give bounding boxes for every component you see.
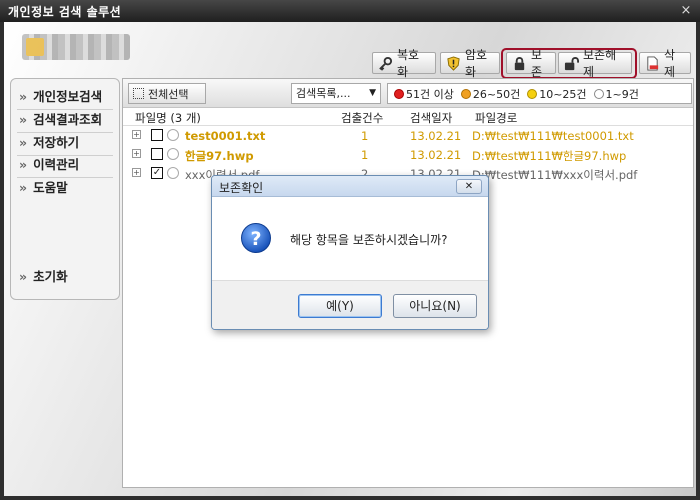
sidebar-item-history[interactable]: 이력관리 [19, 155, 79, 175]
legend-label: 10~25건 [539, 87, 587, 101]
expand-icon[interactable]: + [132, 130, 141, 139]
key-icon [379, 56, 393, 71]
legend-item: 10~25건 [527, 86, 587, 102]
table-row[interactable]: + test0001.txt 1 13.02.21 D:₩test₩111₩te… [123, 127, 693, 145]
dialog-title: 보존확인 [219, 181, 264, 195]
no-button[interactable]: 아니요(N) [393, 294, 477, 318]
sidebar-item-search[interactable]: 개인정보검색 [19, 87, 102, 107]
delete-label: 삭제 [664, 48, 676, 79]
white-dot-icon [593, 88, 604, 99]
list-filter-select[interactable]: 검색목록,... ▼ [291, 83, 381, 104]
file-path: D:₩test₩111₩한글97.hwp [472, 149, 627, 163]
decrypt-button[interactable]: 복호화 [372, 48, 436, 79]
dialog-button-bar: 예(Y) 아니요(N) [212, 280, 488, 329]
yellow-dot-icon [527, 88, 538, 99]
detect-count: 1 [361, 148, 369, 162]
list-filter-value: 검색목록,... [296, 87, 351, 100]
legend-label: 51건 이상 [406, 87, 454, 101]
app-window: 개인정보 검색 솔루션 × 복호화 암호화 보존 보존해제 삭제 개인정보검색 [0, 0, 700, 500]
chevron-down-icon: ▼ [369, 88, 376, 98]
row-status-icon [167, 167, 179, 179]
results-toolbar: 전체선택 검색목록,... ▼ 51건 이상 26~50건 10~25건 1~9… [123, 79, 693, 108]
sidebar-item-help[interactable]: 도움말 [19, 178, 68, 198]
file-path: D:₩test₩111₩xxx이력서.pdf [472, 168, 638, 182]
table-row[interactable]: + 한글97.hwp 1 13.02.21 D:₩test₩111₩한글97.h… [123, 146, 693, 164]
row-checkbox-checked[interactable]: ✓ [151, 167, 163, 179]
delete-button[interactable]: 삭제 [639, 48, 691, 79]
window-close-icon[interactable]: × [678, 3, 694, 19]
legend-item: 26~50건 [460, 86, 521, 102]
company-logo [22, 34, 130, 60]
search-date: 13.02.21 [410, 129, 462, 143]
orange-dot-icon [460, 88, 471, 99]
shield-warning-icon [447, 55, 460, 71]
legend-label: 1~9건 [605, 87, 639, 101]
svg-text:?: ? [250, 228, 261, 250]
expand-icon[interactable]: + [132, 168, 141, 177]
row-status-icon [167, 129, 179, 141]
column-header-path[interactable]: 파일경로 [475, 110, 517, 126]
dialog-close-icon[interactable]: ✕ [456, 179, 482, 194]
expand-icon[interactable]: + [132, 149, 141, 158]
row-status-icon [167, 148, 179, 160]
column-header-name[interactable]: 파일명 (3 개) [135, 110, 201, 126]
legend-label: 26~50건 [472, 87, 521, 101]
table-header: 파일명 (3 개) 검출건수 검색일자 파일경로 [123, 109, 693, 126]
legend-item: 51건 이상 [394, 86, 454, 102]
yes-button[interactable]: 예(Y) [298, 294, 382, 318]
file-path: D:₩test₩111₩test0001.txt [472, 129, 634, 143]
sidebar-item-save[interactable]: 저장하기 [19, 133, 79, 153]
encrypt-label: 암호화 [465, 48, 488, 79]
title-bar: 개인정보 검색 솔루션 × [0, 0, 700, 22]
preserve-confirm-dialog: 보존확인 ✕ ? 해당 항목을 보존하시겠습니까? 예(Y) 아니요(N) [211, 175, 489, 330]
row-checkbox[interactable] [151, 129, 163, 141]
row-checkbox[interactable] [151, 148, 163, 160]
select-all-label: 전체선택 [148, 87, 189, 101]
legend-item: 1~9건 [593, 86, 639, 102]
file-name: test0001.txt [185, 129, 266, 143]
search-date: 13.02.21 [410, 148, 462, 162]
file-name: 한글97.hwp [185, 149, 254, 163]
document-delete-icon [647, 55, 659, 71]
logo-mark-icon [26, 38, 44, 56]
sidebar-item-reset[interactable]: 초기화 [19, 267, 68, 287]
count-legend: 51건 이상 26~50건 10~25건 1~9건 [387, 83, 692, 104]
decrypt-label: 복호화 [397, 48, 420, 79]
dialog-message: 해당 항목을 보존하시겠습니까? [290, 233, 448, 247]
encrypt-button[interactable]: 암호화 [440, 48, 500, 79]
question-icon: ? [241, 223, 271, 253]
preserve-highlight-box [501, 48, 637, 79]
window-title: 개인정보 검색 솔루션 [8, 5, 122, 19]
column-header-date[interactable]: 검색일자 [410, 110, 452, 126]
sidebar-item-results[interactable]: 검색결과조회 [19, 110, 102, 130]
sidebar: 개인정보검색 검색결과조회 저장하기 이력관리 도움말 초기화 [10, 78, 120, 300]
red-dot-icon [394, 88, 404, 99]
column-header-count[interactable]: 검출건수 [341, 110, 383, 126]
select-all-button[interactable]: 전체선택 [128, 83, 206, 104]
select-all-icon [133, 88, 144, 99]
detect-count: 1 [361, 129, 369, 143]
dialog-title-bar: 보존확인 ✕ [212, 176, 488, 197]
